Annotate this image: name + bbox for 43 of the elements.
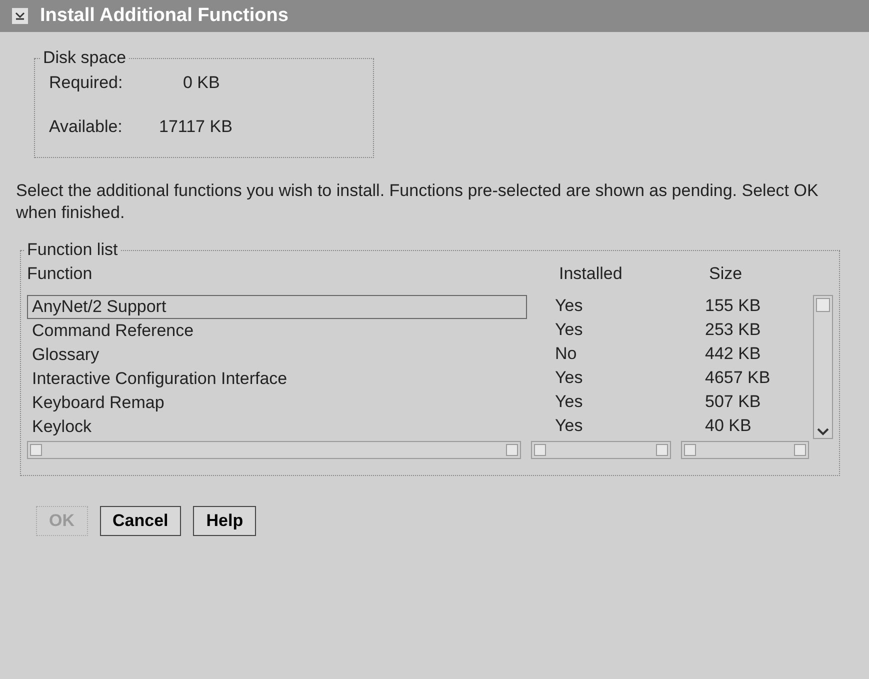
installed-cell-text: Yes (554, 295, 584, 317)
installed-cell-text: Yes (554, 415, 584, 437)
function-cell[interactable]: Glossary (27, 343, 527, 367)
scroll-left-icon[interactable] (684, 444, 696, 456)
size-cell-text: 253 KB (704, 319, 761, 341)
scroll-up-icon[interactable] (816, 298, 830, 312)
field-label: Available: (49, 117, 124, 137)
column-header: Installed (559, 263, 624, 285)
function-cell[interactable]: Interactive Configuration Interface (27, 367, 527, 391)
group-title: Disk space (41, 48, 128, 68)
scroll-left-icon[interactable] (30, 444, 42, 456)
field-value: 0 KB (182, 73, 220, 93)
installed-cell-text: No (554, 343, 578, 365)
scroll-left-icon[interactable] (534, 444, 546, 456)
column-header: Size (709, 263, 742, 285)
size-cell-text: 507 KB (704, 391, 761, 413)
dialog-button[interactable]: Cancel (100, 506, 182, 536)
size-cell-text: 155 KB (704, 295, 761, 317)
horizontal-scrollbar[interactable] (531, 441, 671, 459)
scroll-right-icon[interactable] (506, 444, 518, 456)
scroll-right-icon[interactable] (794, 444, 806, 456)
dialog-button[interactable]: Help (193, 506, 256, 536)
function-cell[interactable]: Keylock (27, 415, 527, 439)
system-menu-icon[interactable] (12, 8, 28, 24)
installed-cell-text: Yes (554, 367, 584, 389)
function-cell[interactable]: Command Reference (27, 319, 527, 343)
field-value: 17117 KB (159, 117, 232, 137)
size-cell-text: 442 KB (704, 343, 761, 365)
scroll-right-icon[interactable] (656, 444, 668, 456)
size-cell-text: 40 KB (704, 415, 752, 437)
horizontal-scrollbar[interactable] (681, 441, 809, 459)
scroll-down-icon[interactable] (817, 428, 829, 436)
vertical-scrollbar[interactable] (813, 295, 833, 439)
window-title: Install Additional Functions (40, 4, 288, 28)
horizontal-scrollbar[interactable] (27, 441, 521, 459)
installed-cell-text: Yes (554, 391, 584, 413)
column-header: Function (27, 263, 94, 285)
field-label: Required: (49, 73, 124, 93)
installed-cell-text: Yes (554, 319, 584, 341)
size-cell-text: 4657 KB (704, 367, 770, 389)
function-cell[interactable]: Keyboard Remap (27, 391, 527, 415)
instructions-text: Select the additional functions you wish to install. Functions pre-selected are shown as pending. Select OK when finished. (16, 180, 820, 224)
function-cell[interactable]: AnyNet/2 Support (27, 295, 527, 319)
